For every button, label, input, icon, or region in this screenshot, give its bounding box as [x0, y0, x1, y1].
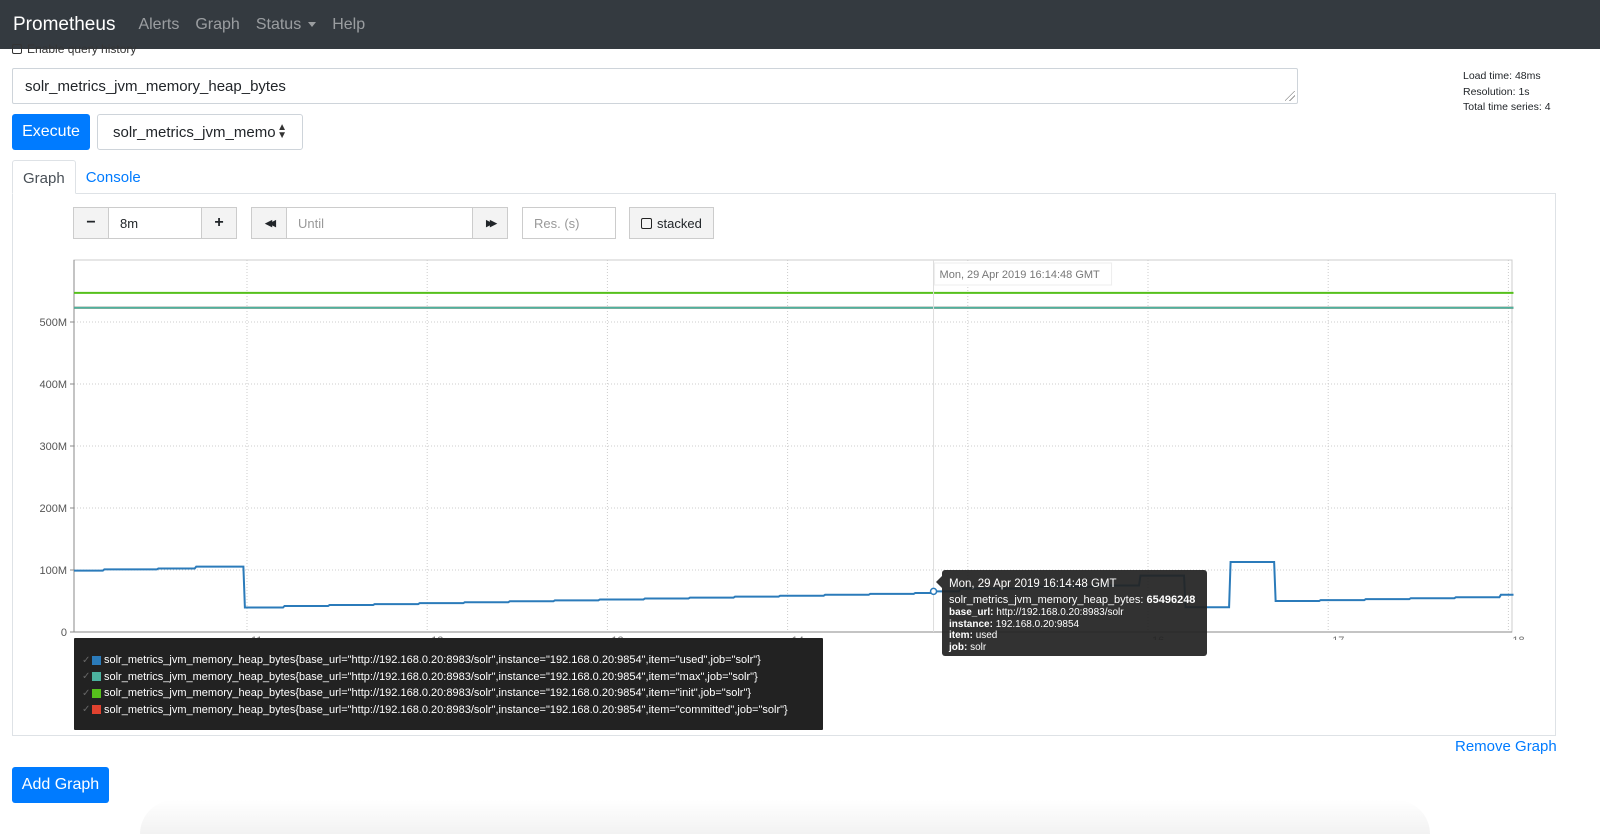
tooltip-metric: solr_metrics_jvm_memory_heap_bytes: 6549…	[949, 593, 1200, 607]
resize-handle-icon[interactable]	[1285, 91, 1295, 101]
graph-chart[interactable]: 0100M200M300M400M500M1112131415161718Mon…	[0, 250, 1600, 640]
nav-status[interactable]: Status	[255, 15, 317, 34]
stacked-label: stacked	[657, 215, 702, 231]
hover-point	[929, 587, 938, 596]
history-label: Enable query history	[27, 42, 137, 56]
nav-graph[interactable]: Graph	[195, 16, 239, 34]
tooltip-label-value: used	[975, 630, 998, 641]
tooltip-label-key: item	[949, 630, 970, 641]
legend-swatch	[92, 688, 101, 698]
y-tick-label: 200M	[39, 503, 67, 515]
hover-tooltip: Mon, 29 Apr 2019 16:14:48 GMT solr_metri…	[936, 570, 1207, 656]
legend-label: solr_metrics_jvm_memory_heap_bytes{base_…	[104, 687, 752, 700]
stacked-checkbox[interactable]	[641, 217, 652, 229]
tooltip-label-row: job: solr	[949, 641, 987, 653]
stacked-toggle[interactable]: stacked	[629, 207, 714, 239]
x-tick-label: 18	[1512, 635, 1524, 640]
metric-select-value: solr_metrics_jvm_memo	[113, 123, 276, 141]
tab-graph[interactable]: Graph	[12, 160, 76, 194]
tooltip-label-row: instance: 192.168.0.20:9854	[949, 618, 1080, 630]
tooltip-date: Mon, 29 Apr 2019 16:14:48 GMT	[949, 578, 1117, 590]
tab-console[interactable]: Console	[76, 160, 151, 194]
resolution-placeholder: Res. (s)	[534, 215, 580, 231]
legend-item-committed[interactable]: ✓ solr_metrics_jvm_memory_heap_bytes{base…	[82, 702, 823, 719]
brand-link[interactable]: Prometheus	[13, 14, 115, 36]
x-tick-label: 17	[1332, 635, 1344, 640]
legend-swatch	[92, 672, 101, 682]
tooltip-label-value: 192.168.0.20:9854	[995, 618, 1080, 630]
legend-item-used[interactable]: ✓ solr_metrics_jvm_memory_heap_bytes{base…	[82, 652, 823, 669]
tooltip-metric-value: 65496248	[1146, 594, 1196, 606]
nav-status-label: Status	[255, 15, 302, 33]
tab-bar: Graph Console	[12, 160, 151, 194]
y-tick-label: 0	[61, 627, 67, 639]
tooltip-label-key: job	[949, 641, 964, 653]
legend-item-init[interactable]: ✓ solr_metrics_jvm_memory_heap_bytes{base…	[82, 685, 823, 702]
rewind-button[interactable]: ◀◀	[251, 207, 287, 239]
legend-label: solr_metrics_jvm_memory_heap_bytes{base_…	[104, 703, 788, 716]
y-tick-label: 100M	[39, 565, 67, 577]
legend-swatch	[92, 655, 101, 665]
range-decrease-button[interactable]: −	[73, 207, 109, 239]
y-tick-label: 500M	[39, 317, 67, 329]
legend-item-max[interactable]: ✓ solr_metrics_jvm_memory_heap_bytes{base…	[82, 669, 823, 686]
tooltip-label-value: solr	[970, 641, 987, 653]
query-history-toggle[interactable]: Enable query history	[12, 42, 136, 56]
checkmark-icon: ✓	[82, 671, 91, 683]
y-tick-label: 300M	[39, 441, 67, 453]
forward-icon: ▶▶	[486, 217, 497, 228]
checkmark-icon: ✓	[82, 704, 91, 716]
caret-down-icon	[308, 22, 317, 27]
tooltip-metric-name: solr_metrics_jvm_memory_heap_bytes:	[949, 594, 1144, 606]
graph-legend: ✓ solr_metrics_jvm_memory_heap_bytes{base…	[74, 638, 823, 730]
forward-button[interactable]: ▶▶	[472, 207, 508, 239]
until-placeholder: Until	[298, 215, 325, 231]
expression-input[interactable]: solr_metrics_jvm_memory_heap_bytes	[12, 68, 1298, 104]
range-increase-button[interactable]: +	[201, 207, 237, 239]
checkmark-icon: ✓	[82, 654, 91, 666]
tooltip-label-row: base_url: http://192.168.0.20:8983/solr	[949, 607, 1124, 618]
legend-label: solr_metrics_jvm_memory_heap_bytes{base_…	[104, 654, 761, 667]
total-series: Total time series: 4	[1463, 101, 1551, 113]
tooltip-label-value: http://192.168.0.20:8983/solr	[996, 607, 1124, 618]
add-graph-button[interactable]: Add Graph	[12, 767, 109, 803]
plot-frame	[73, 259, 1513, 633]
navbar: Prometheus Alerts Graph Status Help	[0, 0, 1600, 49]
select-arrows-icon: ▲ ▼	[277, 122, 287, 141]
resolution-input[interactable]: Res. (s)	[522, 207, 616, 239]
tooltip-label-key: instance	[949, 618, 990, 630]
legend-swatch	[92, 705, 101, 715]
execute-button[interactable]: Execute	[12, 114, 90, 150]
nav-alerts[interactable]: Alerts	[138, 16, 179, 34]
expression-value: solr_metrics_jvm_memory_heap_bytes	[25, 78, 286, 95]
checkmark-icon: ✓	[82, 687, 91, 699]
remove-graph-link[interactable]: Remove Graph	[1455, 738, 1557, 755]
range-input[interactable]: 8m	[108, 207, 202, 239]
resolution: Resolution: 1s	[1463, 85, 1530, 98]
query-stats: Load time: 48ms Resolution: 1s Total tim…	[1463, 69, 1551, 116]
metric-select[interactable]: solr_metrics_jvm_memo ▲ ▼	[97, 114, 303, 150]
tooltip-label-row: item: used	[949, 630, 998, 641]
nav-help[interactable]: Help	[332, 16, 365, 34]
load-time: Load time: 48ms	[1463, 70, 1541, 82]
until-input[interactable]: Until	[286, 207, 474, 239]
y-tick-label: 400M	[39, 379, 67, 391]
tooltip-label-key: base_url	[949, 607, 991, 618]
hover-date-label: Mon, 29 Apr 2019 16:14:48 GMT	[940, 269, 1100, 281]
rewind-icon: ◀◀	[265, 217, 276, 228]
page-footer-shadow	[140, 800, 1430, 834]
series-line-used	[74, 560, 1514, 609]
history-checkbox[interactable]	[12, 44, 22, 54]
range-value: 8m	[120, 215, 139, 231]
legend-label: solr_metrics_jvm_memory_heap_bytes{base_…	[104, 670, 758, 683]
